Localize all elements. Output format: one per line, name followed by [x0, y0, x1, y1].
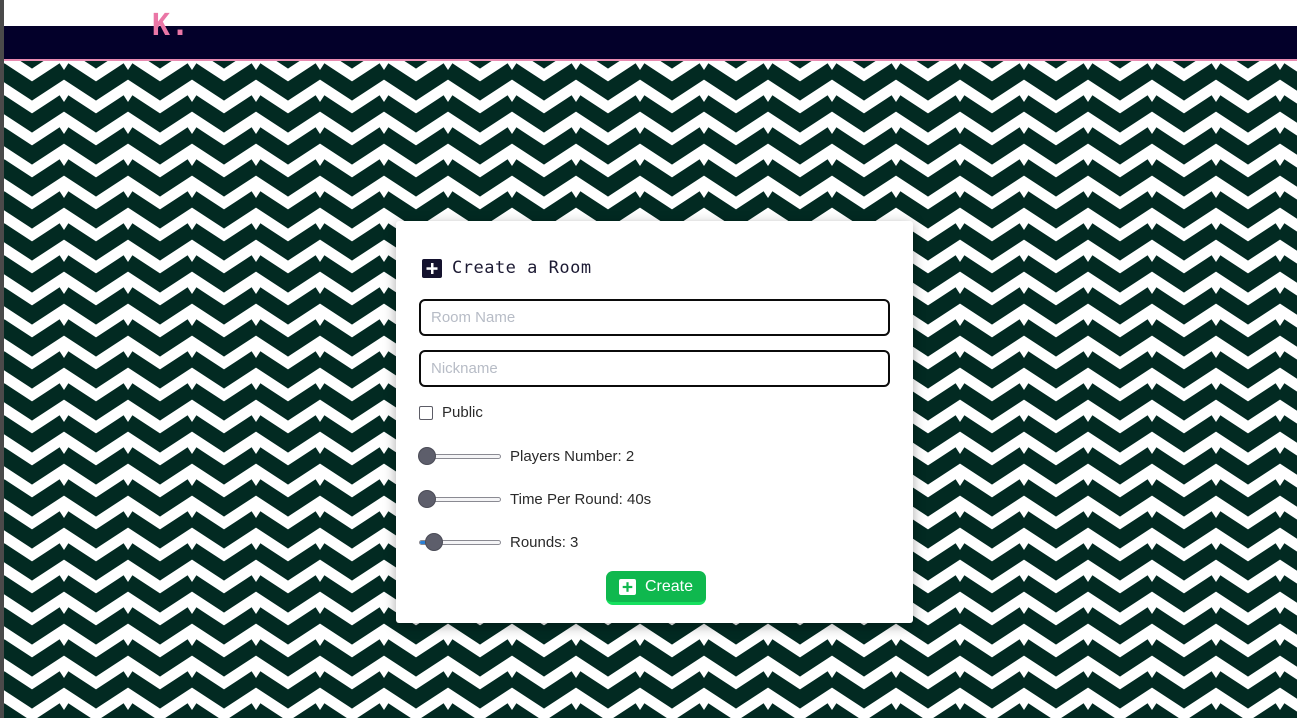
top-bar-spacer — [4, 0, 1297, 26]
card-title: Create a Room — [422, 258, 592, 278]
create-button[interactable]: Create — [606, 571, 706, 605]
slider-thumb[interactable] — [419, 491, 435, 507]
create-button-label: Create — [644, 577, 694, 595]
card-title-text: Create a Room — [452, 258, 592, 278]
rounds-label: Rounds: 3 — [510, 533, 579, 551]
navbar — [4, 26, 1297, 59]
players-number-label: Players Number: 2 — [510, 447, 635, 465]
nickname-input[interactable] — [419, 350, 890, 387]
plus-square-icon — [618, 578, 636, 595]
public-checkbox[interactable] — [419, 405, 433, 420]
slider-thumb[interactable] — [426, 534, 442, 550]
time-per-round-row: Time Per Round: 40s — [419, 490, 651, 508]
public-option[interactable]: Public — [419, 404, 483, 421]
navbar-border — [4, 59, 1297, 61]
rounds-row: Rounds: 3 — [419, 533, 578, 551]
time-per-round-slider[interactable] — [419, 490, 501, 508]
window-edge — [0, 0, 4, 718]
rounds-slider[interactable] — [419, 533, 501, 551]
plus-square-icon — [422, 258, 442, 278]
players-number-row: Players Number: 2 — [419, 447, 634, 465]
logo[interactable]: K. — [152, 8, 190, 44]
create-room-card: Create a Room Public Players Number: 2 T… — [396, 221, 913, 623]
players-number-slider[interactable] — [419, 447, 501, 465]
room-name-input[interactable] — [419, 299, 890, 336]
public-label: Public — [442, 404, 483, 421]
slider-thumb[interactable] — [419, 448, 435, 464]
time-per-round-label: Time Per Round: 40s — [510, 490, 652, 508]
